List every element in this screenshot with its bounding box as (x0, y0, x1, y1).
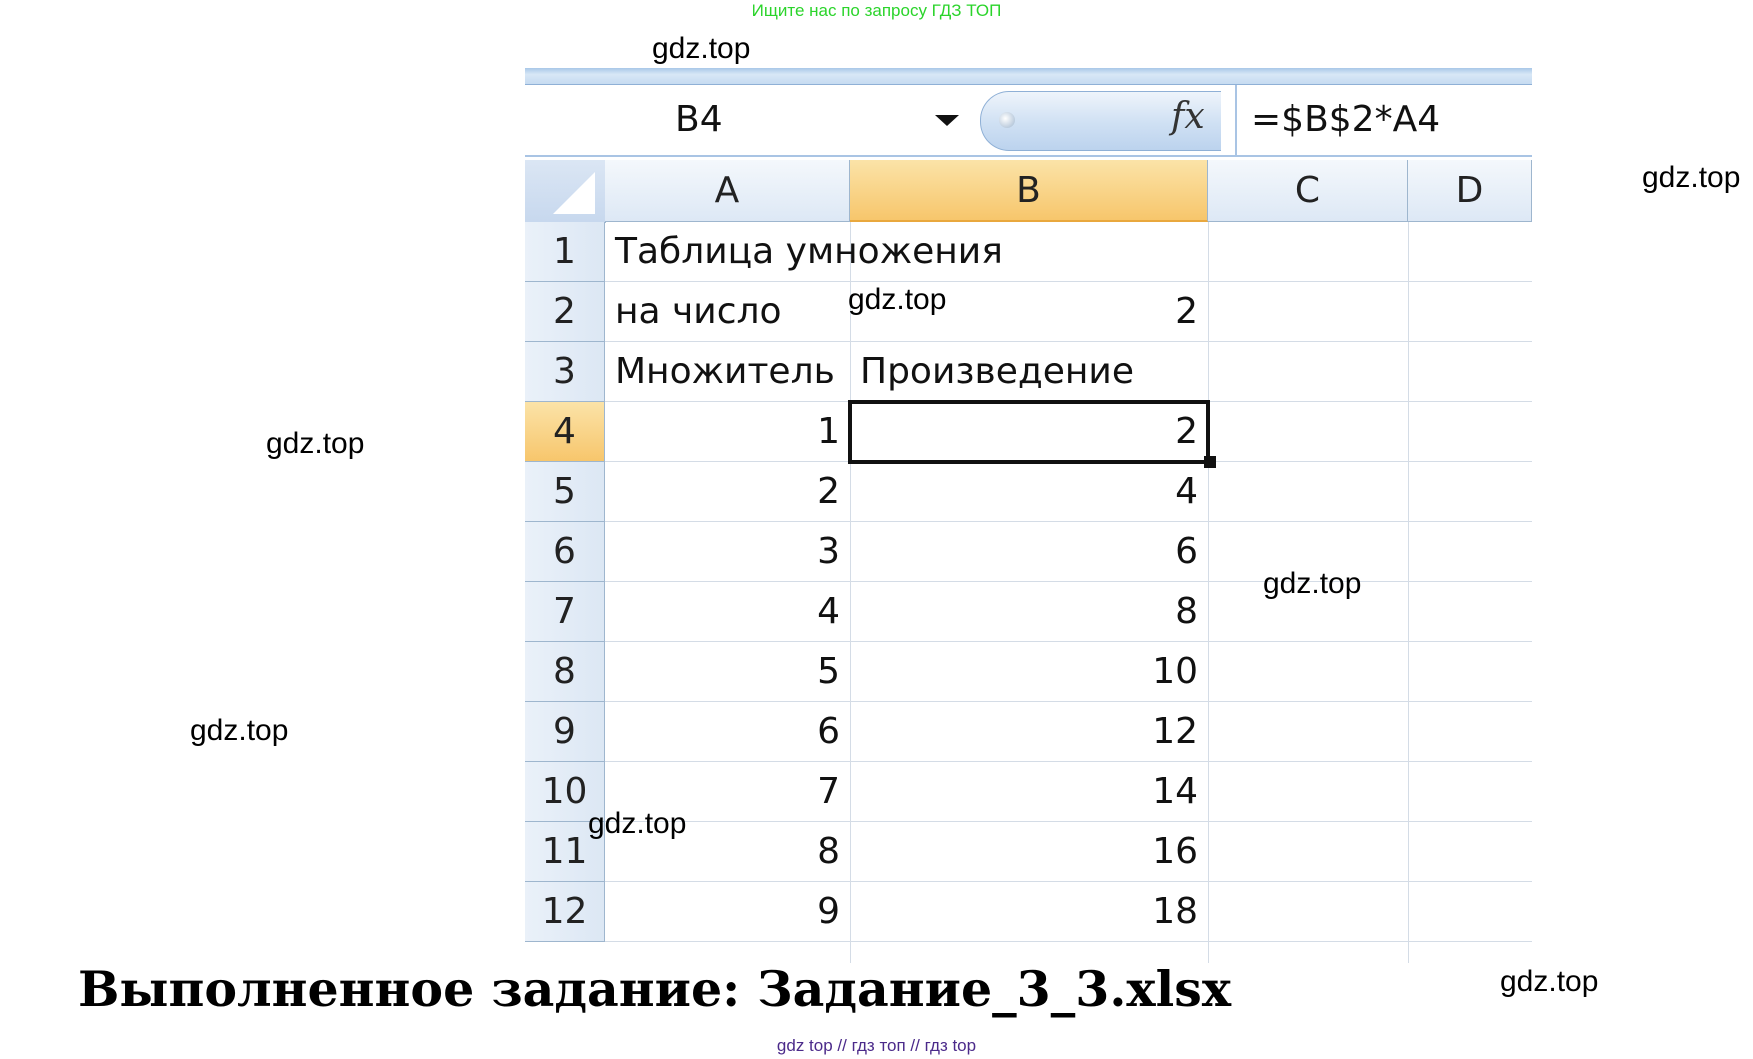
formula-bar: B4 fx =$B$2*A4 (525, 85, 1532, 157)
cell-c11[interactable] (1208, 822, 1408, 882)
row-header-8[interactable]: 8 (525, 642, 605, 702)
active-cell-outline (848, 400, 1210, 464)
select-all-button[interactable] (525, 160, 606, 223)
column-header-d[interactable]: D (1408, 160, 1532, 222)
cell-b3[interactable]: Произведение (850, 342, 1208, 402)
cell-a6[interactable]: 3 (605, 522, 850, 582)
select-all-icon (553, 172, 595, 214)
cell-c12[interactable] (1208, 882, 1408, 942)
cell-c9[interactable] (1208, 702, 1408, 762)
task-caption: Выполненное задание: Задание_3_3.xlsx (78, 960, 1232, 1018)
row-header-4[interactable]: 4 (525, 402, 605, 462)
cell-d8[interactable] (1408, 642, 1532, 702)
cell-c2[interactable] (1208, 282, 1408, 342)
name-box[interactable]: B4 (525, 85, 970, 155)
cell-d10[interactable] (1408, 762, 1532, 822)
watermark: gdz.top (652, 32, 751, 65)
cell-c5[interactable] (1208, 462, 1408, 522)
row-header-12[interactable]: 12 (525, 882, 605, 942)
row-header-7[interactable]: 7 (525, 582, 605, 642)
row-header-5[interactable]: 5 (525, 462, 605, 522)
worksheet-grid[interactable]: A B C D 1 Таблица умножения 2 на число 2 3 Множите… (525, 160, 1532, 963)
row-header-1[interactable]: 1 (525, 222, 605, 282)
watermark: gdz.top (588, 807, 687, 840)
cell-d11[interactable] (1408, 822, 1532, 882)
cell-b1[interactable] (850, 222, 1208, 282)
watermark: gdz.top (1642, 161, 1741, 194)
cell-b7[interactable]: 8 (850, 582, 1208, 642)
cell-d12[interactable] (1408, 882, 1532, 942)
cell-c3[interactable] (1208, 342, 1408, 402)
cell-b12[interactable]: 18 (850, 882, 1208, 942)
watermark: gdz.top (266, 427, 365, 460)
column-header-c[interactable]: C (1208, 160, 1408, 222)
footer-links[interactable]: gdz top // гдз топ // гдз top (0, 1036, 1753, 1056)
cell-d7[interactable] (1408, 582, 1532, 642)
row-header-9[interactable]: 9 (525, 702, 605, 762)
resize-handle-icon[interactable] (999, 112, 1015, 128)
column-header-b[interactable]: B (850, 160, 1208, 222)
cell-c1[interactable] (1208, 222, 1408, 282)
column-header-a[interactable]: A (605, 160, 850, 222)
cell-a4[interactable]: 1 (605, 402, 850, 462)
cell-a8[interactable]: 5 (605, 642, 850, 702)
cell-d4[interactable] (1408, 402, 1532, 462)
name-box-value: B4 (675, 99, 723, 140)
cell-b10[interactable]: 14 (850, 762, 1208, 822)
row-header-2[interactable]: 2 (525, 282, 605, 342)
promo-banner[interactable]: Ищите нас по запросу ГДЗ ТОП (0, 0, 1753, 22)
cell-c10[interactable] (1208, 762, 1408, 822)
cell-b5[interactable]: 4 (850, 462, 1208, 522)
cell-a5[interactable]: 2 (605, 462, 850, 522)
cell-d1[interactable] (1408, 222, 1532, 282)
watermark: gdz.top (1500, 965, 1599, 998)
fx-icon[interactable]: fx (1171, 96, 1205, 137)
row-header-3[interactable]: 3 (525, 342, 605, 402)
watermark: gdz.top (848, 283, 947, 316)
insert-function-button[interactable]: fx (980, 91, 1221, 151)
cell-a2[interactable]: на число (605, 282, 850, 342)
watermark: gdz.top (190, 714, 289, 747)
cell-d2[interactable] (1408, 282, 1532, 342)
cell-b9[interactable]: 12 (850, 702, 1208, 762)
cell-d9[interactable] (1408, 702, 1532, 762)
cell-a7[interactable]: 4 (605, 582, 850, 642)
fill-handle[interactable] (1204, 456, 1216, 468)
cell-a1[interactable]: Таблица умножения (605, 222, 1003, 282)
cell-a12[interactable]: 9 (605, 882, 850, 942)
cell-d3[interactable] (1408, 342, 1532, 402)
watermark: gdz.top (1263, 567, 1362, 600)
cell-d6[interactable] (1408, 522, 1532, 582)
cell-a3[interactable]: Множитель (605, 342, 850, 402)
cell-b6[interactable]: 6 (850, 522, 1208, 582)
cell-b11[interactable]: 16 (850, 822, 1208, 882)
ribbon-edge (525, 68, 1532, 85)
cell-c4[interactable] (1208, 402, 1408, 462)
formula-input[interactable]: =$B$2*A4 (1235, 85, 1532, 155)
row-header-6[interactable]: 6 (525, 522, 605, 582)
cell-d5[interactable] (1408, 462, 1532, 522)
chevron-down-icon[interactable] (935, 115, 959, 126)
cell-c8[interactable] (1208, 642, 1408, 702)
cell-b8[interactable]: 10 (850, 642, 1208, 702)
cell-a9[interactable]: 6 (605, 702, 850, 762)
